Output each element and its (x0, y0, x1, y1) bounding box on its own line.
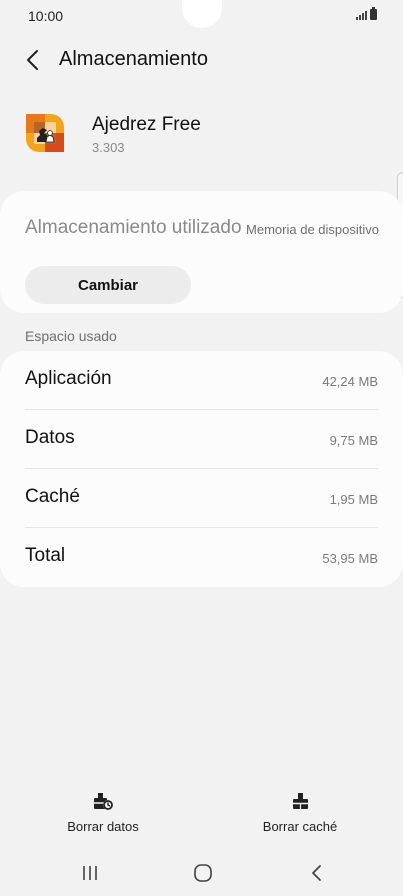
back-arrow-icon (312, 865, 321, 881)
usage-row-cache: Caché 1,95 MB (0, 469, 403, 528)
clear-data-label: Borrar datos (67, 819, 139, 834)
recent-apps-button[interactable] (76, 862, 106, 884)
section-header-space-used: Espacio usado (25, 328, 117, 344)
usage-value: 1,95 MB (329, 492, 378, 507)
header: Almacenamiento (0, 40, 403, 80)
app-version: 3.303 (92, 140, 125, 155)
home-icon (194, 864, 212, 882)
home-button[interactable] (188, 862, 218, 884)
usage-row-application: Aplicación 42,24 MB (0, 351, 403, 410)
battery-icon (370, 7, 377, 20)
clear-cache-icon (293, 793, 308, 809)
clear-cache-button[interactable]: Borrar caché (245, 788, 355, 838)
storage-used-label: Almacenamiento utilizado (25, 217, 242, 238)
chevron-left-icon (27, 50, 38, 70)
camera-notch (182, 0, 222, 28)
chess-app-icon (26, 113, 64, 153)
recent-apps-icon (83, 866, 97, 880)
app-name: Ajedrez Free (92, 114, 201, 135)
page-title: Almacenamiento (59, 48, 208, 70)
usage-row-total: Total 53,95 MB (0, 528, 403, 587)
usage-label: Datos (25, 427, 75, 448)
usage-value: 53,95 MB (322, 551, 378, 566)
storage-location-value: Memoria de dispositivo (246, 222, 379, 237)
usage-value: 42,24 MB (322, 374, 378, 389)
change-storage-button[interactable]: Cambiar (25, 266, 191, 304)
back-button[interactable] (20, 46, 48, 74)
status-icons (356, 7, 377, 20)
storage-card: Almacenamiento utilizado Memoria de disp… (0, 191, 403, 313)
usage-card: Aplicación 42,24 MB Datos 9,75 MB Caché … (0, 351, 403, 587)
clear-data-button[interactable]: Borrar datos (48, 788, 158, 838)
usage-label: Total (25, 545, 66, 566)
clear-cache-label: Borrar caché (262, 819, 338, 834)
usage-label: Caché (25, 486, 80, 507)
clear-data-icon (94, 793, 113, 810)
usage-value: 9,75 MB (329, 433, 378, 448)
status-time: 10:00 (28, 8, 64, 24)
system-nav-bar (0, 850, 403, 896)
signal-icon (356, 11, 367, 20)
usage-label: Aplicación (25, 368, 112, 389)
status-bar: 10:00 (0, 0, 403, 32)
usage-row-data: Datos 9,75 MB (0, 410, 403, 469)
nav-back-button[interactable] (302, 862, 332, 884)
